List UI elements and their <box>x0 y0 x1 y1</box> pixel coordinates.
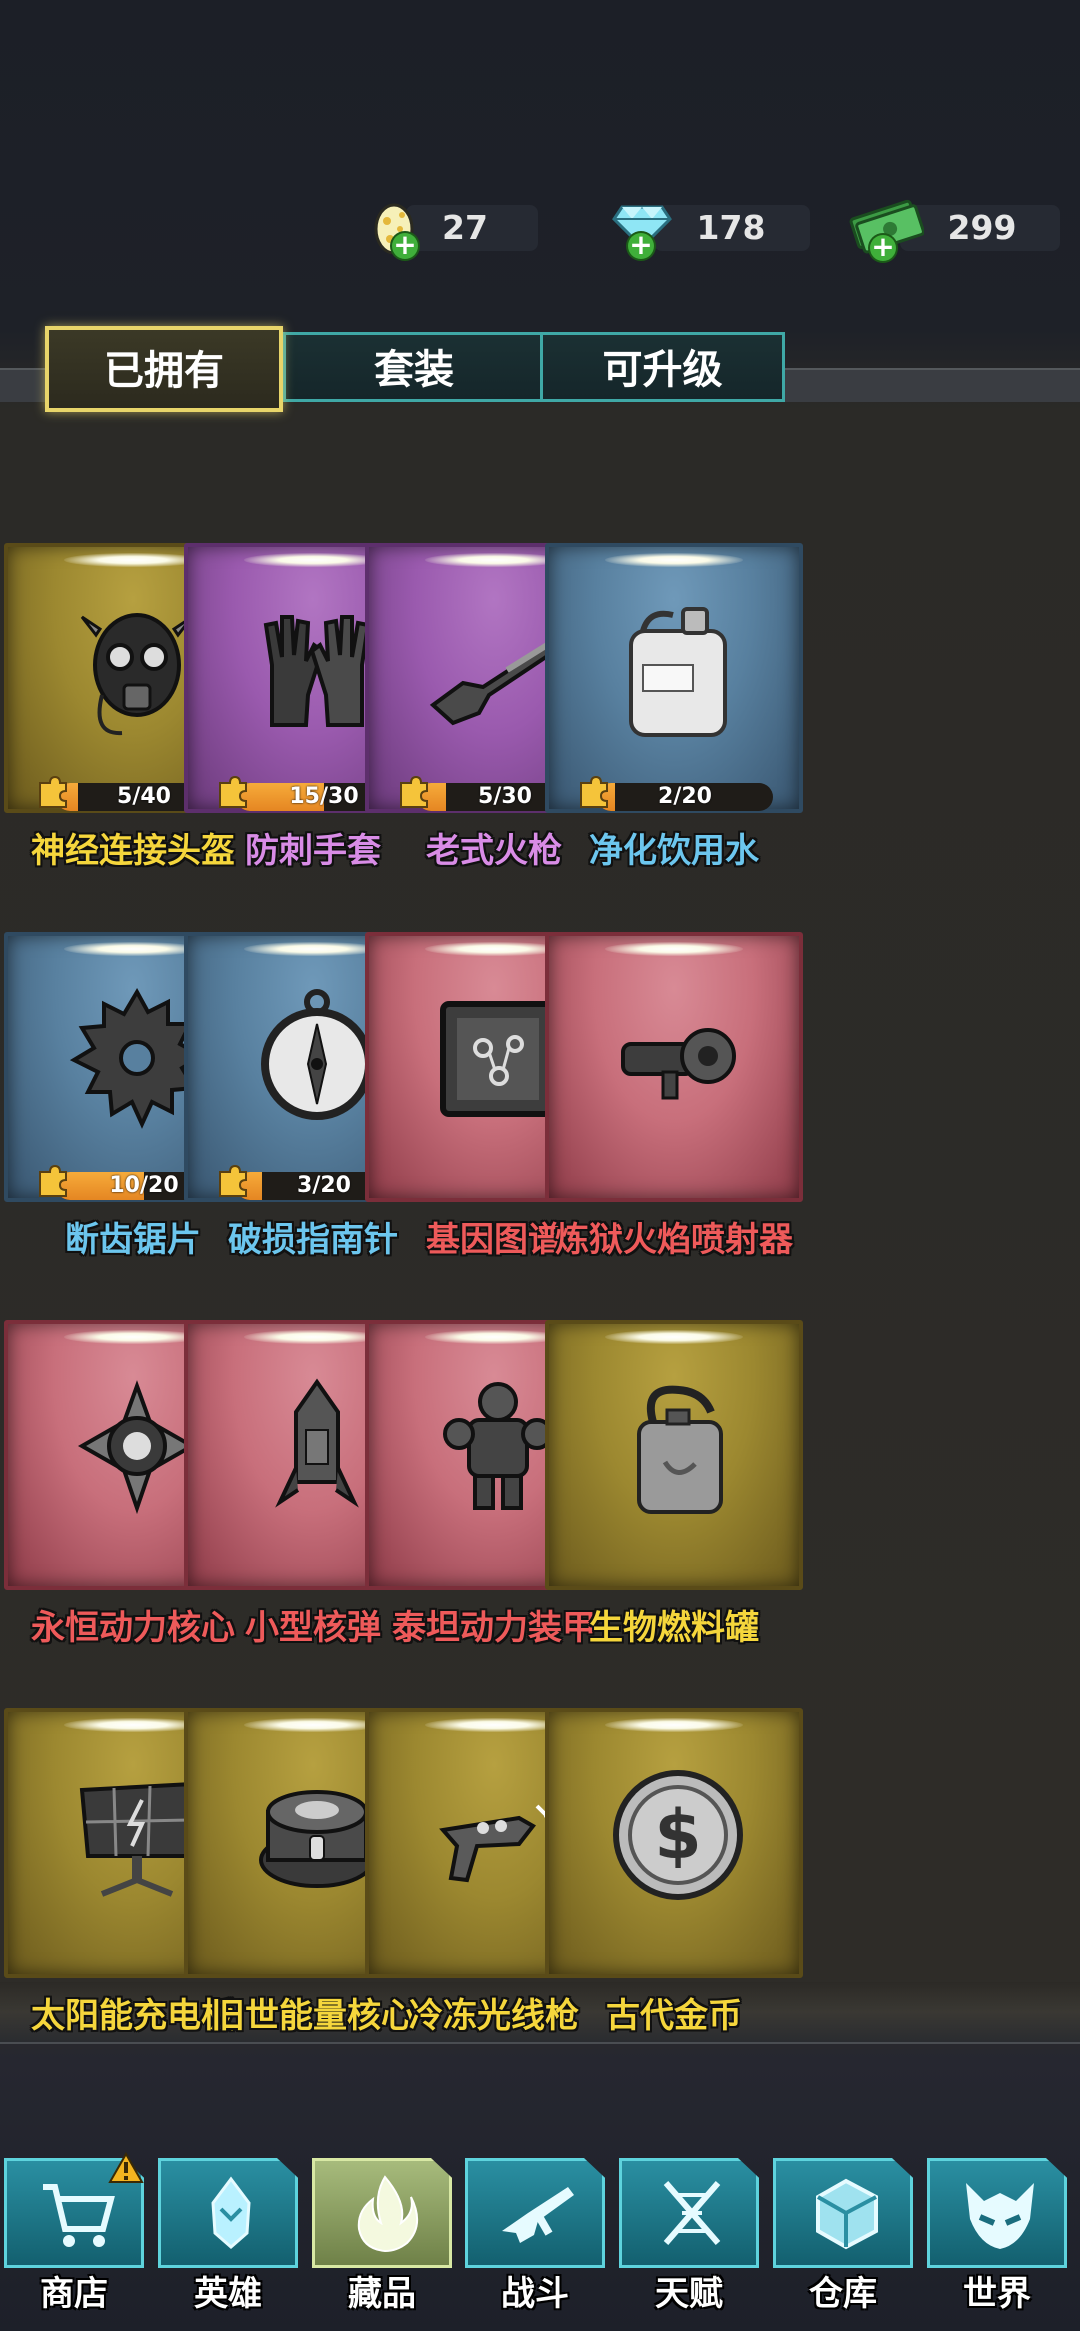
nav-button-frame <box>773 2158 913 2268</box>
warning-icon <box>108 2152 144 2183</box>
fuel-can-icon <box>637 1385 723 1514</box>
crate-icon <box>816 2178 878 2250</box>
diamond-count: 178 <box>696 208 766 247</box>
cash-count: 299 <box>947 208 1017 247</box>
item-card[interactable] <box>545 1320 803 1590</box>
item-name: 生物燃料罐 <box>589 1608 759 1648</box>
demon-mask-icon <box>966 2183 1034 2249</box>
nav-button-frame <box>465 2158 605 2268</box>
progress-text: 2/20 <box>658 784 712 809</box>
item-name: 净化饮用水 <box>589 831 759 871</box>
puzzle-piece-icon <box>39 1164 67 1197</box>
nav-demon-mask[interactable]: 世界 <box>927 2158 1067 2314</box>
nav-crate[interactable]: 仓库 <box>773 2158 913 2314</box>
puzzle-piece-icon <box>580 775 608 808</box>
puzzle-piece-icon <box>219 1164 247 1197</box>
nav-button-frame <box>312 2158 452 2268</box>
add-eggs-icon[interactable]: + <box>392 231 418 259</box>
item-name: 炼狱火焰喷射器 <box>555 1220 793 1260</box>
item-card[interactable] <box>545 543 803 813</box>
item-name: 古代金币 <box>606 1996 742 2036</box>
nav-label: 商店 <box>40 2274 108 2314</box>
dna-icon <box>663 2181 721 2245</box>
cart-icon <box>43 2184 115 2247</box>
diamond-icon: + <box>612 197 672 259</box>
nav-rifle[interactable]: 战斗 <box>465 2158 605 2314</box>
flamethrower-icon <box>621 1028 736 1100</box>
nav-label: 天赋 <box>655 2274 723 2314</box>
nav-button-frame <box>927 2158 1067 2268</box>
collection-screen: 27 + 178 + 299 + 套装 可升级 已拥有 5/40 神经连接头盔 15… <box>0 0 1080 2331</box>
egg-count: 27 <box>442 208 488 247</box>
nav-label: 战斗 <box>501 2274 569 2314</box>
tab-sets[interactable]: 套装 <box>283 332 545 402</box>
hero-icon <box>211 2176 251 2249</box>
flame-icon <box>357 2175 418 2253</box>
cash-counter[interactable]: 299 + <box>848 199 1060 261</box>
nav-label: 世界 <box>963 2274 1031 2314</box>
add-diamonds-icon[interactable]: + <box>628 231 654 259</box>
nav-button-frame <box>158 2158 298 2268</box>
tab-owned[interactable]: 已拥有 <box>45 326 283 412</box>
nav-label: 英雄 <box>194 2274 262 2314</box>
rifle-icon <box>502 2187 574 2243</box>
svg-text:$: $ <box>654 1796 701 1875</box>
water-jug-icon <box>629 607 727 737</box>
diamond-counter[interactable]: 178 + <box>612 205 812 259</box>
item-progress: 2/20 <box>577 775 777 811</box>
tab-upgradable[interactable]: 可升级 <box>540 332 785 402</box>
nav-label: 藏品 <box>348 2274 416 2314</box>
nav-button-frame <box>619 2158 759 2268</box>
puzzle-piece-icon <box>39 775 67 808</box>
nav-dna[interactable]: 天赋 <box>619 2158 759 2314</box>
item-card[interactable] <box>545 932 803 1202</box>
egg-icon: + <box>370 197 420 259</box>
add-cash-icon[interactable]: + <box>870 233 896 261</box>
cash-icon: + <box>848 197 925 261</box>
item-card[interactable]: $ <box>545 1708 803 1978</box>
coin-icon: $ <box>613 1770 743 1900</box>
nav-hero[interactable]: 英雄 <box>158 2158 298 2314</box>
nav-label: 仓库 <box>809 2274 877 2314</box>
nav-flame[interactable]: 藏品 <box>312 2158 452 2314</box>
puzzle-piece-icon <box>219 775 247 808</box>
puzzle-piece-icon <box>400 775 428 808</box>
egg-counter[interactable]: 27 + <box>370 203 570 259</box>
bottom-nav: 商店 英雄 藏品 战斗 天赋 仓库 世界 <box>0 2140 1080 2331</box>
nav-cart[interactable]: 商店 <box>4 2152 144 2314</box>
